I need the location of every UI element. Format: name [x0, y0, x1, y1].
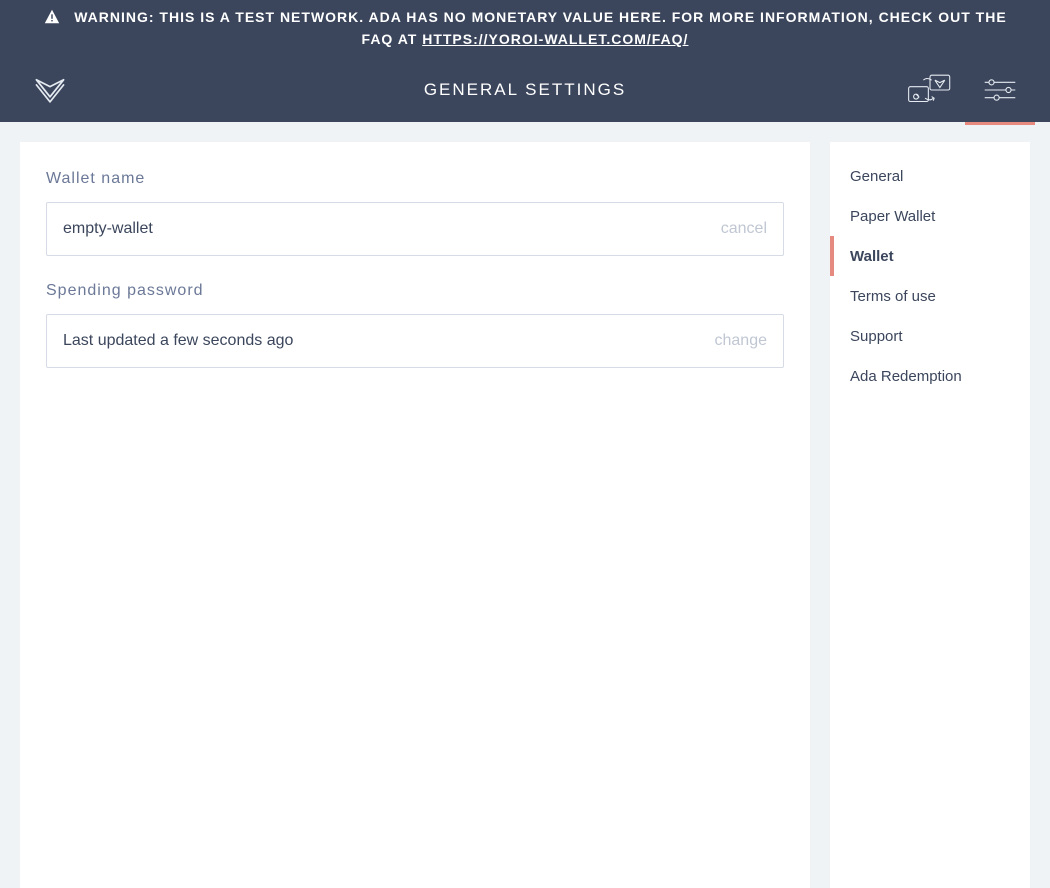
sidebar-item-label: Paper Wallet — [850, 208, 935, 225]
spending-password-group: Spending password Last updated a few sec… — [46, 282, 784, 368]
page-title: GENERAL SETTINGS — [0, 80, 1050, 100]
sidebar-item-label: Terms of use — [850, 288, 936, 305]
sidebar-item-paper-wallet[interactable]: Paper Wallet — [830, 196, 1030, 236]
sidebar-item-ada-redemption[interactable]: Ada Redemption — [830, 356, 1030, 396]
settings-button[interactable] — [965, 58, 1035, 122]
sidebar-item-label: Wallet — [850, 248, 894, 265]
wallet-name-input[interactable] — [63, 203, 709, 255]
sidebar-item-support[interactable]: Support — [830, 316, 1030, 356]
sidebar-item-label: Ada Redemption — [850, 368, 962, 385]
sidebar-item-wallet[interactable]: Wallet — [830, 236, 1030, 276]
sidebar-item-terms-of-use[interactable]: Terms of use — [830, 276, 1030, 316]
settings-sidebar: General Paper Wallet Wallet Terms of use… — [830, 142, 1030, 888]
app-header: GENERAL SETTINGS — [0, 58, 1050, 122]
wallets-button[interactable] — [895, 58, 965, 122]
logo-button[interactable] — [15, 58, 85, 122]
spending-password-label: Spending password — [46, 282, 784, 300]
sidebar-item-general[interactable]: General — [830, 156, 1030, 196]
wallet-name-group: Wallet name cancel — [46, 170, 784, 256]
sidebar-item-label: General — [850, 168, 903, 185]
sidebar-item-label: Support — [850, 328, 903, 345]
wallet-name-cancel-button[interactable]: cancel — [721, 220, 767, 238]
warning-faq-link[interactable]: HTTPS://YOROI-WALLET.COM/FAQ/ — [422, 31, 688, 47]
spending-password-change-button[interactable]: change — [715, 332, 768, 350]
warning-icon — [43, 8, 61, 26]
wallet-name-label: Wallet name — [46, 170, 784, 188]
content-area: Wallet name cancel Spending password Las… — [0, 122, 1050, 888]
spending-password-field-box: Last updated a few seconds ago change — [46, 314, 784, 368]
wallet-name-field-box: cancel — [46, 202, 784, 256]
spending-password-status: Last updated a few seconds ago — [63, 332, 703, 350]
settings-main-panel: Wallet name cancel Spending password Las… — [20, 142, 810, 888]
warning-banner: WARNING: THIS IS A TEST NETWORK. ADA HAS… — [0, 0, 1050, 58]
